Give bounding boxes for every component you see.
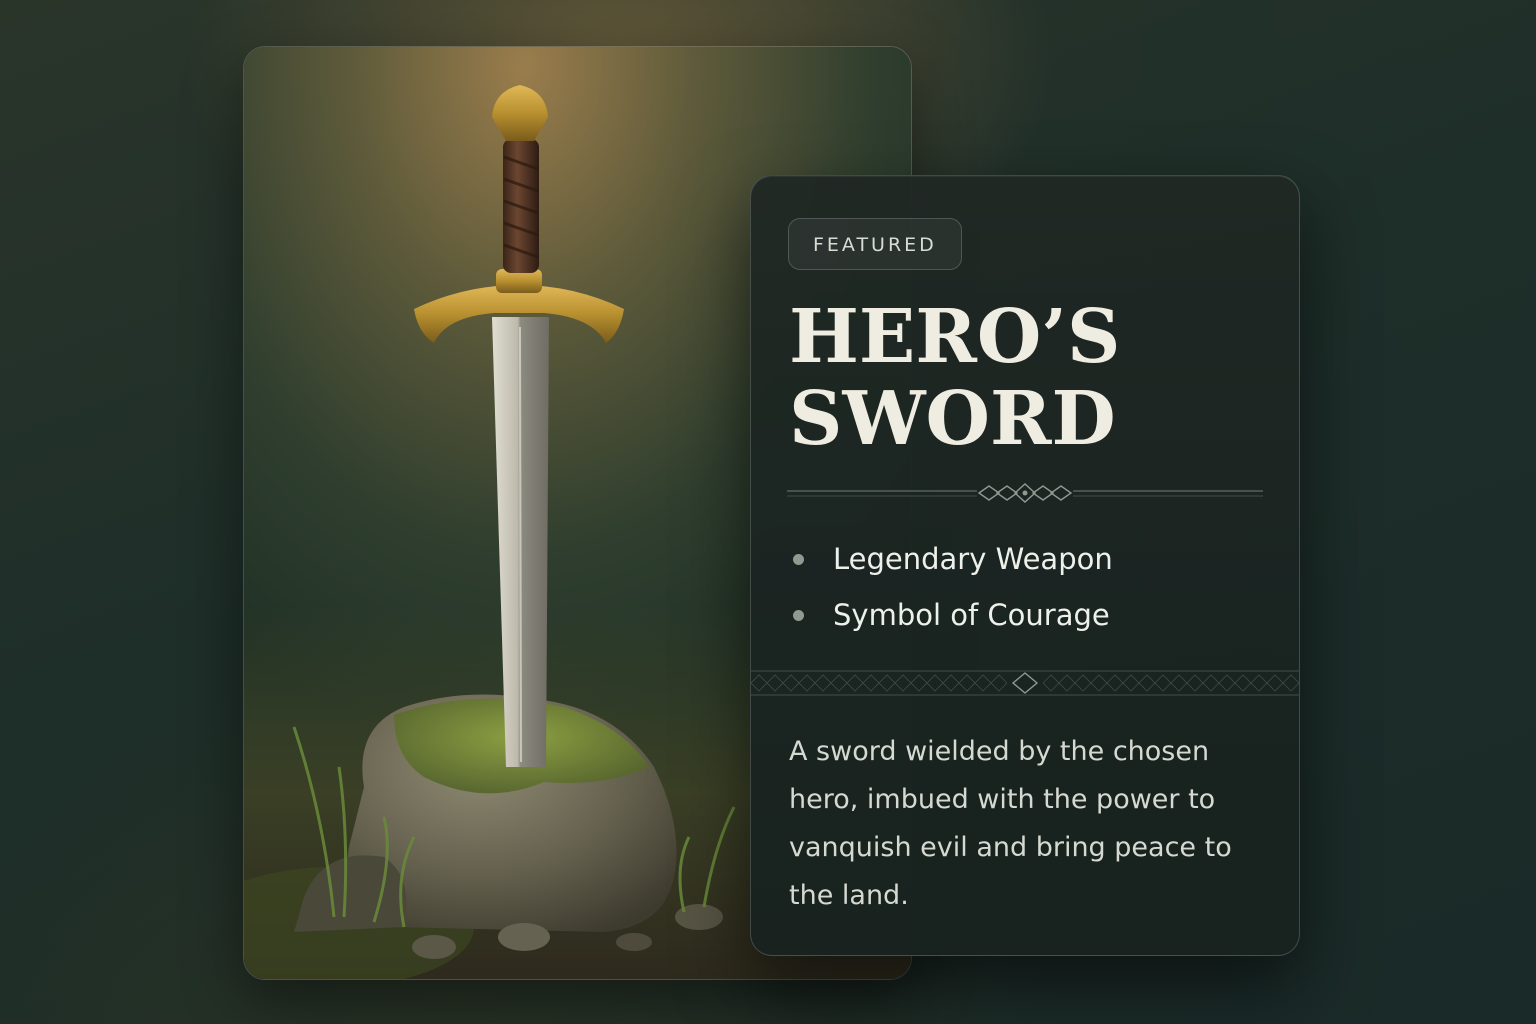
bullet-icon <box>793 610 804 621</box>
feature-item: Legendary Weapon <box>791 531 1113 587</box>
item-title: HERO’S SWORD <box>789 296 1120 460</box>
feature-label: Legendary Weapon <box>833 542 1113 576</box>
item-title-line-2: SWORD <box>789 376 1116 462</box>
item-info-card: FEATURED HERO’S SWORD Legendary Weapon S… <box>750 175 1300 956</box>
bullet-icon <box>793 554 804 565</box>
ornament-divider <box>787 483 1263 503</box>
feature-label: Symbol of Courage <box>833 598 1110 632</box>
feature-item: Symbol of Courage <box>791 587 1113 643</box>
item-title-line-1: HERO’S <box>789 294 1121 380</box>
ornament-band <box>751 670 1299 696</box>
featured-badge: FEATURED <box>788 218 962 270</box>
item-description: A sword wielded by the chosen hero, imbu… <box>789 736 1232 911</box>
feature-list: Legendary Weapon Symbol of Courage <box>791 531 1113 643</box>
